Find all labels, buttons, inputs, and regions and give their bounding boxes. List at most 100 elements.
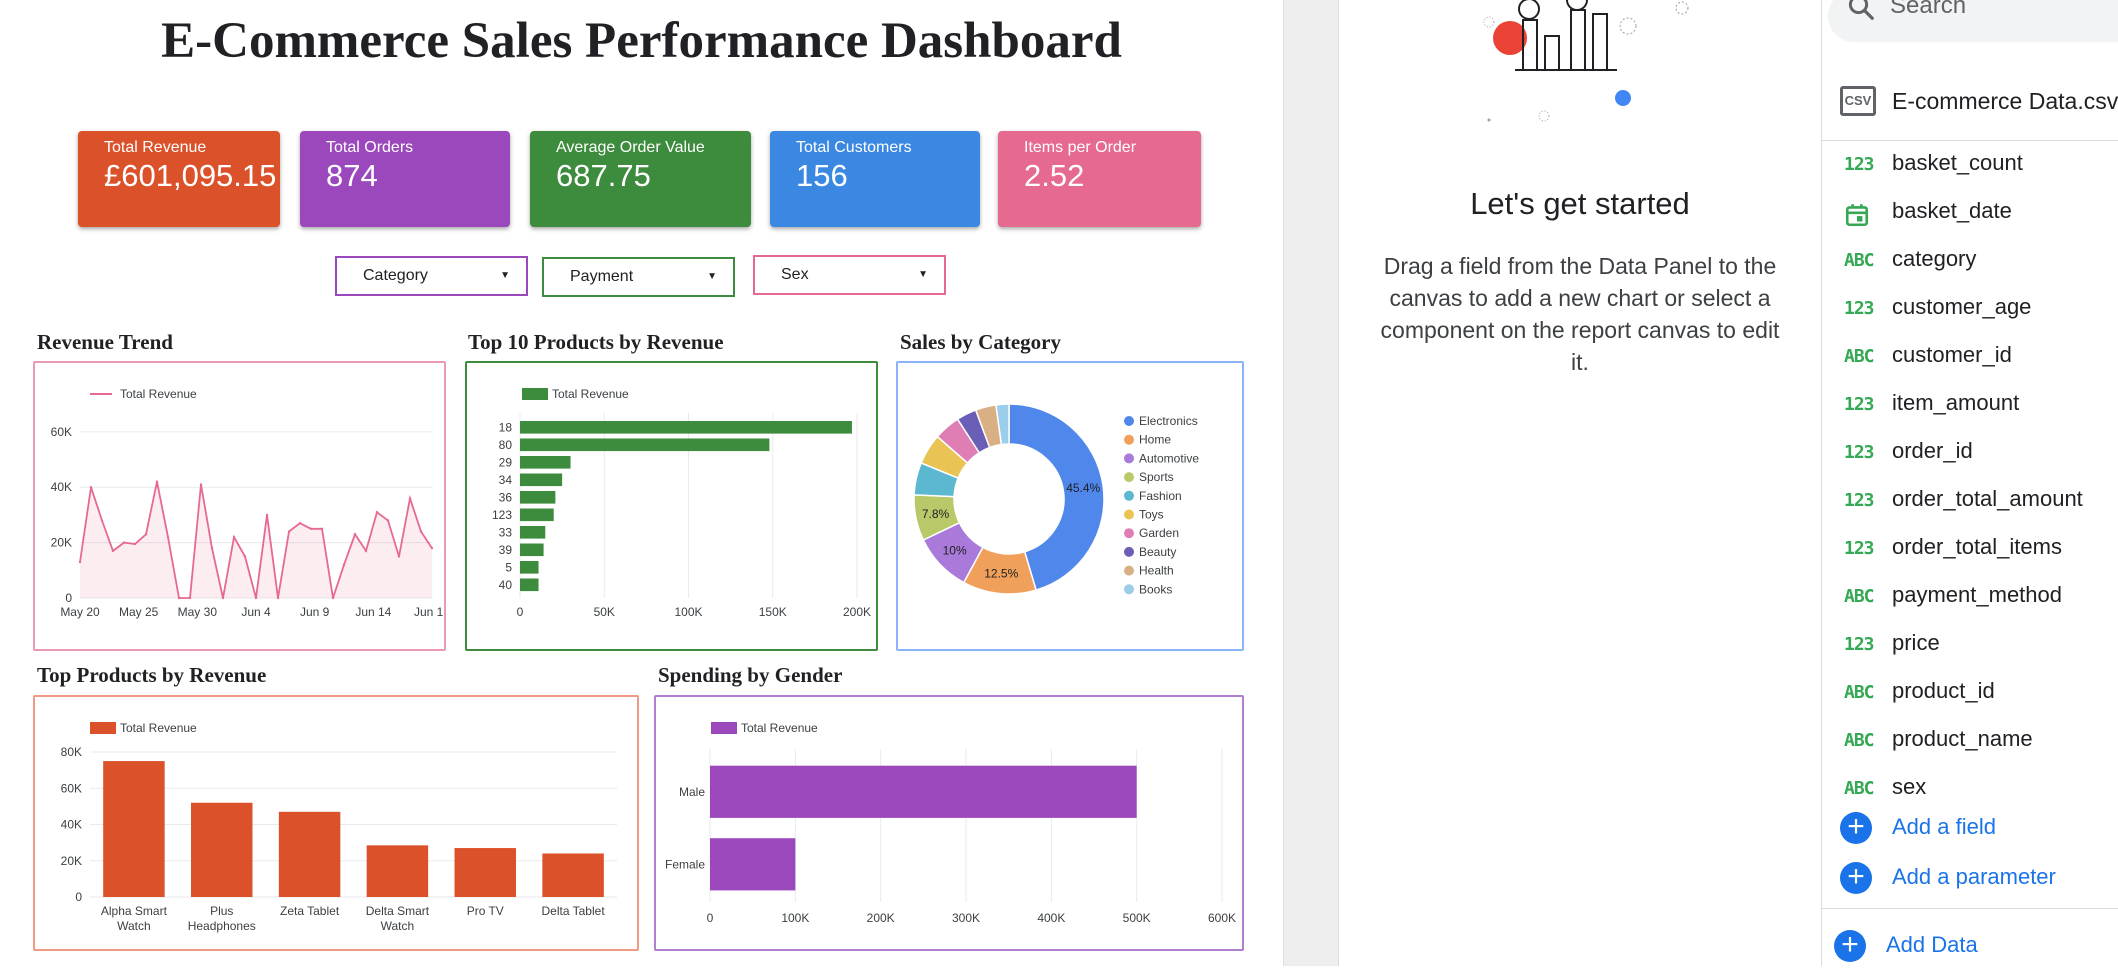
field-item-order-total-amount[interactable]: 123 order_total_amount	[1822, 480, 2118, 524]
data-point	[364, 549, 368, 553]
add-field-label: Add a field	[1892, 814, 1996, 839]
legend-dot	[1124, 453, 1134, 464]
field-item-customer-age[interactable]: 123 customer_age	[1822, 288, 2118, 332]
plus-icon: +	[1834, 930, 1866, 962]
text-type-icon: ABC	[1844, 346, 1875, 367]
field-item-price[interactable]: 123 price	[1822, 624, 2118, 668]
field-name: customer_age	[1892, 294, 2032, 319]
legend-dot	[1124, 416, 1134, 426]
legend-label: Toys	[1139, 508, 1164, 522]
revenue-trend-svg: Total Revenue 0 20K 40K 60K May 20 May 25 May 3…	[51, 387, 451, 619]
kpi-average-order-value[interactable]: Average Order Value 687.75	[530, 131, 751, 227]
top-products-title: Top Products by Revenue	[37, 663, 267, 687]
dashboard-title[interactable]: E-Commerce Sales Performance Dashboard	[0, 12, 1283, 70]
bar	[520, 508, 554, 522]
revenue-trend-chart[interactable]: Total Revenue 0 20K 40K 60K May 20 May 25 May 3…	[33, 361, 451, 651]
field-name: basket_date	[1892, 198, 2012, 223]
kpi-value: 874	[326, 158, 378, 193]
legend-label: Total Revenue	[741, 721, 818, 735]
kpi-value: £601,095.15	[104, 158, 277, 193]
sex-filter[interactable]: Sex ▼	[753, 255, 946, 295]
caret-down-icon: ▼	[707, 271, 717, 282]
legend-dot	[1124, 565, 1134, 576]
datasource-item[interactable]: CSV E-commerce Data.csv	[1822, 86, 2118, 126]
field-item-customer-id[interactable]: ABC customer_id	[1822, 336, 2118, 380]
bar	[366, 845, 429, 897]
kpi-value: 156	[796, 158, 848, 193]
field-item-order-id[interactable]: 123 order_id	[1822, 432, 2118, 476]
field-item-product-name[interactable]: ABC product_name	[1822, 720, 2118, 764]
x-tick-label: Jun 19	[414, 605, 444, 619]
payment-filter[interactable]: Payment ▼	[542, 257, 735, 297]
get-started-title: Let's get started	[1470, 186, 1690, 221]
legend-label: Home	[1139, 433, 1171, 447]
bar	[520, 543, 544, 557]
kpi-value: 2.52	[1024, 158, 1085, 193]
search-input[interactable]: Search	[1828, 0, 2118, 42]
top10-products-chart[interactable]: Total Revenue 0 50K 100K 150K 200K 18 80 29 34 36 1…	[465, 361, 878, 651]
sales-by-category-svg: 45.4% 12.5% 10% 7.8% Electronics Home Automoti…	[913, 403, 1199, 596]
field-item-basket-date[interactable]: basket_date	[1822, 192, 2118, 236]
report-canvas[interactable]: E-Commerce Sales Performance Dashboard T…	[0, 0, 1283, 966]
legend-swatch	[711, 722, 737, 734]
add-data-button[interactable]: + Add Data	[1822, 926, 2118, 970]
field-name: order_total_items	[1892, 534, 2062, 559]
field-name: sex	[1892, 774, 1927, 799]
x-tick-label: 200K	[867, 911, 895, 925]
sales-by-category-chart[interactable]: 45.4% 12.5% 10% 7.8% Electronics Home Automoti…	[896, 361, 1244, 651]
category-filter[interactable]: Category ▼	[335, 256, 528, 296]
add-field-button[interactable]: + Add a field	[1822, 808, 2118, 852]
kpi-total-customers[interactable]: Total Customers 156	[770, 131, 980, 227]
number-type-icon: 123	[1844, 538, 1875, 559]
category-label: 123	[492, 508, 512, 522]
legend-swatch	[90, 722, 116, 734]
field-item-item-amount[interactable]: 123 item_amount	[1822, 384, 2118, 428]
legend-dot	[1124, 490, 1134, 501]
spending-by-gender-svg: Total Revenue 0 100K 200K 300K 400K 500K 600K Ma…	[665, 721, 1236, 925]
add-parameter-button[interactable]: + Add a parameter	[1822, 858, 2118, 902]
number-type-icon: 123	[1844, 442, 1875, 463]
legend-dot	[1124, 528, 1134, 539]
data-point	[210, 546, 214, 550]
kpi-items-per-order[interactable]: Items per Order 2.52	[998, 131, 1201, 227]
y-tick-label: 40K	[51, 480, 72, 494]
category-label: Delta Smart Watch	[366, 904, 430, 933]
y-tick-label: 60K	[51, 425, 72, 439]
field-item-sex[interactable]: ABC sex	[1822, 768, 2118, 812]
plus-icon: +	[1840, 862, 1872, 894]
top-products-chart[interactable]: Total Revenue 0 20K 40K 60K 80K Alpha Smart Wat…	[33, 695, 639, 951]
bar	[520, 421, 852, 434]
category-label: Male	[679, 785, 705, 799]
spending-by-gender-chart[interactable]: Total Revenue 0 100K 200K 300K 400K 500K 600K Ma…	[654, 695, 1244, 951]
field-item-product-id[interactable]: ABC product_id	[1822, 672, 2118, 716]
canvas-gutter	[1283, 0, 1339, 966]
legend-dot	[1124, 472, 1134, 483]
text-type-icon: ABC	[1844, 730, 1875, 751]
text-type-icon: ABC	[1844, 586, 1875, 607]
data-point	[353, 533, 357, 536]
kpi-total-revenue[interactable]: Total Revenue £601,095.15	[78, 131, 280, 227]
bar	[454, 848, 516, 897]
category-label: 29	[499, 455, 513, 469]
field-item-payment-method[interactable]: ABC payment_method	[1822, 576, 2118, 620]
x-tick-label: 150K	[759, 605, 787, 619]
number-type-icon: 123	[1844, 490, 1875, 511]
text-type-icon: ABC	[1844, 778, 1875, 799]
slice-label: 10%	[943, 544, 967, 558]
calendar-icon	[1845, 204, 1869, 227]
legend-label: Automotive	[1139, 451, 1199, 465]
legend-label: Total Revenue	[120, 387, 197, 401]
data-point	[221, 596, 225, 600]
bar	[191, 802, 253, 897]
field-item-order-total-items[interactable]: 123 order_total_items	[1822, 528, 2118, 572]
legend-swatch	[522, 388, 548, 400]
field-item-basket-count[interactable]: 123 basket_count	[1822, 144, 2118, 188]
category-label: 33	[499, 525, 513, 539]
field-item-category[interactable]: ABC category	[1822, 240, 2118, 284]
bar	[520, 578, 539, 592]
kpi-total-orders[interactable]: Total Orders 874	[300, 131, 510, 227]
x-tick-label: 100K	[781, 911, 809, 925]
kpi-label: Items per Order	[1024, 139, 1137, 156]
x-tick-label: Jun 9	[300, 605, 330, 619]
kpi-label: Average Order Value	[556, 139, 705, 156]
